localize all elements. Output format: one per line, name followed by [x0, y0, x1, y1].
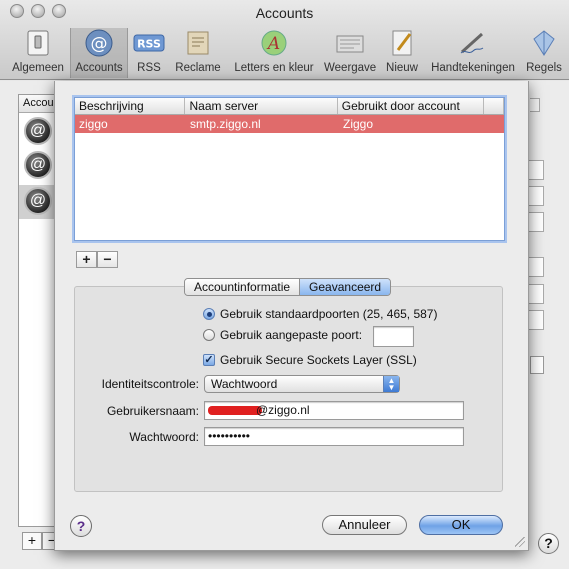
- toolbar-accounts[interactable]: @ Accounts: [70, 28, 128, 78]
- cell-server-name: smtp.ziggo.nl: [190, 117, 261, 131]
- account-at-icon[interactable]: @: [24, 117, 52, 145]
- background-tab-edge: [530, 98, 540, 112]
- cell-account: Ziggo: [343, 117, 374, 131]
- username-field[interactable]: @ziggo.nl: [204, 401, 464, 420]
- cell-description: ziggo: [79, 117, 108, 131]
- rules-icon: [533, 30, 555, 56]
- tab-account-information[interactable]: Accountinformatie: [185, 279, 300, 295]
- window-title: Accounts: [255, 5, 314, 21]
- settings-tab-control: Accountinformatie Geavanceerd: [184, 278, 392, 296]
- svg-text:RSS: RSS: [137, 38, 161, 51]
- toolbar-composing[interactable]: Nieuw: [382, 28, 422, 78]
- popup-arrows-icon: ▲ ▼: [383, 376, 399, 392]
- toolbar-rules[interactable]: Regels: [524, 28, 564, 78]
- signatures-icon: [460, 32, 484, 54]
- rss-icon: RSS: [133, 34, 165, 52]
- remove-server-button[interactable]: −: [97, 251, 118, 268]
- use-ssl-label: Gebruik Secure Sockets Layer (SSL): [220, 353, 417, 367]
- column-header-description[interactable]: Beschrijving: [75, 98, 186, 114]
- column-header-used-by-account[interactable]: Gebruikt door account: [338, 98, 485, 114]
- cancel-button[interactable]: Annuleer: [322, 515, 407, 535]
- composing-icon: [392, 30, 412, 56]
- titlebar: Accounts Algemeen @ Accounts RSS RSS Rec…: [0, 0, 569, 80]
- default-ports-radio[interactable]: [203, 308, 215, 320]
- junk-mail-icon: [187, 31, 209, 55]
- custom-port-field[interactable]: [373, 326, 414, 347]
- toolbar-rss[interactable]: RSS RSS: [131, 28, 167, 78]
- add-server-button[interactable]: +: [76, 251, 97, 268]
- username-value: @ziggo.nl: [256, 403, 310, 417]
- account-at-icon[interactable]: @: [24, 187, 52, 215]
- column-header-server-name[interactable]: Naam server: [185, 98, 338, 114]
- column-header-spacer: [484, 98, 504, 114]
- ok-button[interactable]: OK: [419, 515, 503, 535]
- fonts-colors-icon: A: [261, 30, 287, 56]
- use-ssl-checkbox[interactable]: ✓: [203, 354, 215, 366]
- table-row[interactable]: ziggo smtp.ziggo.nl Ziggo: [75, 115, 504, 133]
- help-button[interactable]: ?: [70, 515, 92, 537]
- svg-text:A: A: [266, 34, 280, 54]
- custom-port-label: Gebruik aangepaste poort:: [220, 328, 363, 342]
- background-popup[interactable]: [530, 356, 544, 374]
- at-sign-icon: @: [85, 29, 113, 57]
- toolbar-fonts-colors[interactable]: A Letters en kleur: [230, 28, 318, 78]
- custom-port-radio[interactable]: [203, 329, 215, 341]
- toolbar-viewing[interactable]: Weergave: [324, 28, 376, 78]
- resize-grip-icon[interactable]: [515, 537, 525, 547]
- toolbar-junk[interactable]: Reclame: [172, 28, 224, 78]
- password-field[interactable]: ••••••••••: [204, 427, 464, 446]
- toolbar-signatures[interactable]: Handtekeningen: [428, 28, 518, 78]
- smtp-server-sheet: Beschrijving Naam server Gebruikt door a…: [54, 81, 529, 551]
- general-switch-icon: [27, 30, 49, 56]
- default-ports-label: Gebruik standaardpoorten (25, 465, 587): [220, 307, 438, 321]
- help-button-background[interactable]: ?: [538, 533, 559, 554]
- tab-advanced[interactable]: Geavanceerd: [299, 279, 391, 295]
- redaction-mark: [208, 406, 262, 416]
- authentication-popup[interactable]: Wachtwoord ▲ ▼: [204, 375, 400, 393]
- preferences-window: Accounts Algemeen @ Accounts RSS RSS Rec…: [0, 0, 569, 569]
- account-at-icon[interactable]: @: [24, 151, 52, 179]
- smtp-server-table[interactable]: Beschrijving Naam server Gebruikt door a…: [74, 97, 505, 241]
- username-label: Gebruikersnaam:: [106, 404, 199, 418]
- authentication-value: Wachtwoord: [211, 377, 278, 391]
- svg-text:@: @: [91, 34, 108, 54]
- smtp-table-header: Beschrijving Naam server Gebruikt door a…: [75, 98, 504, 115]
- add-account-button[interactable]: +: [22, 532, 42, 550]
- toolbar-general[interactable]: Algemeen: [8, 28, 68, 78]
- authentication-label: Identiteitscontrole:: [101, 377, 199, 391]
- password-label: Wachtwoord:: [129, 430, 199, 444]
- viewing-icon: [336, 35, 364, 53]
